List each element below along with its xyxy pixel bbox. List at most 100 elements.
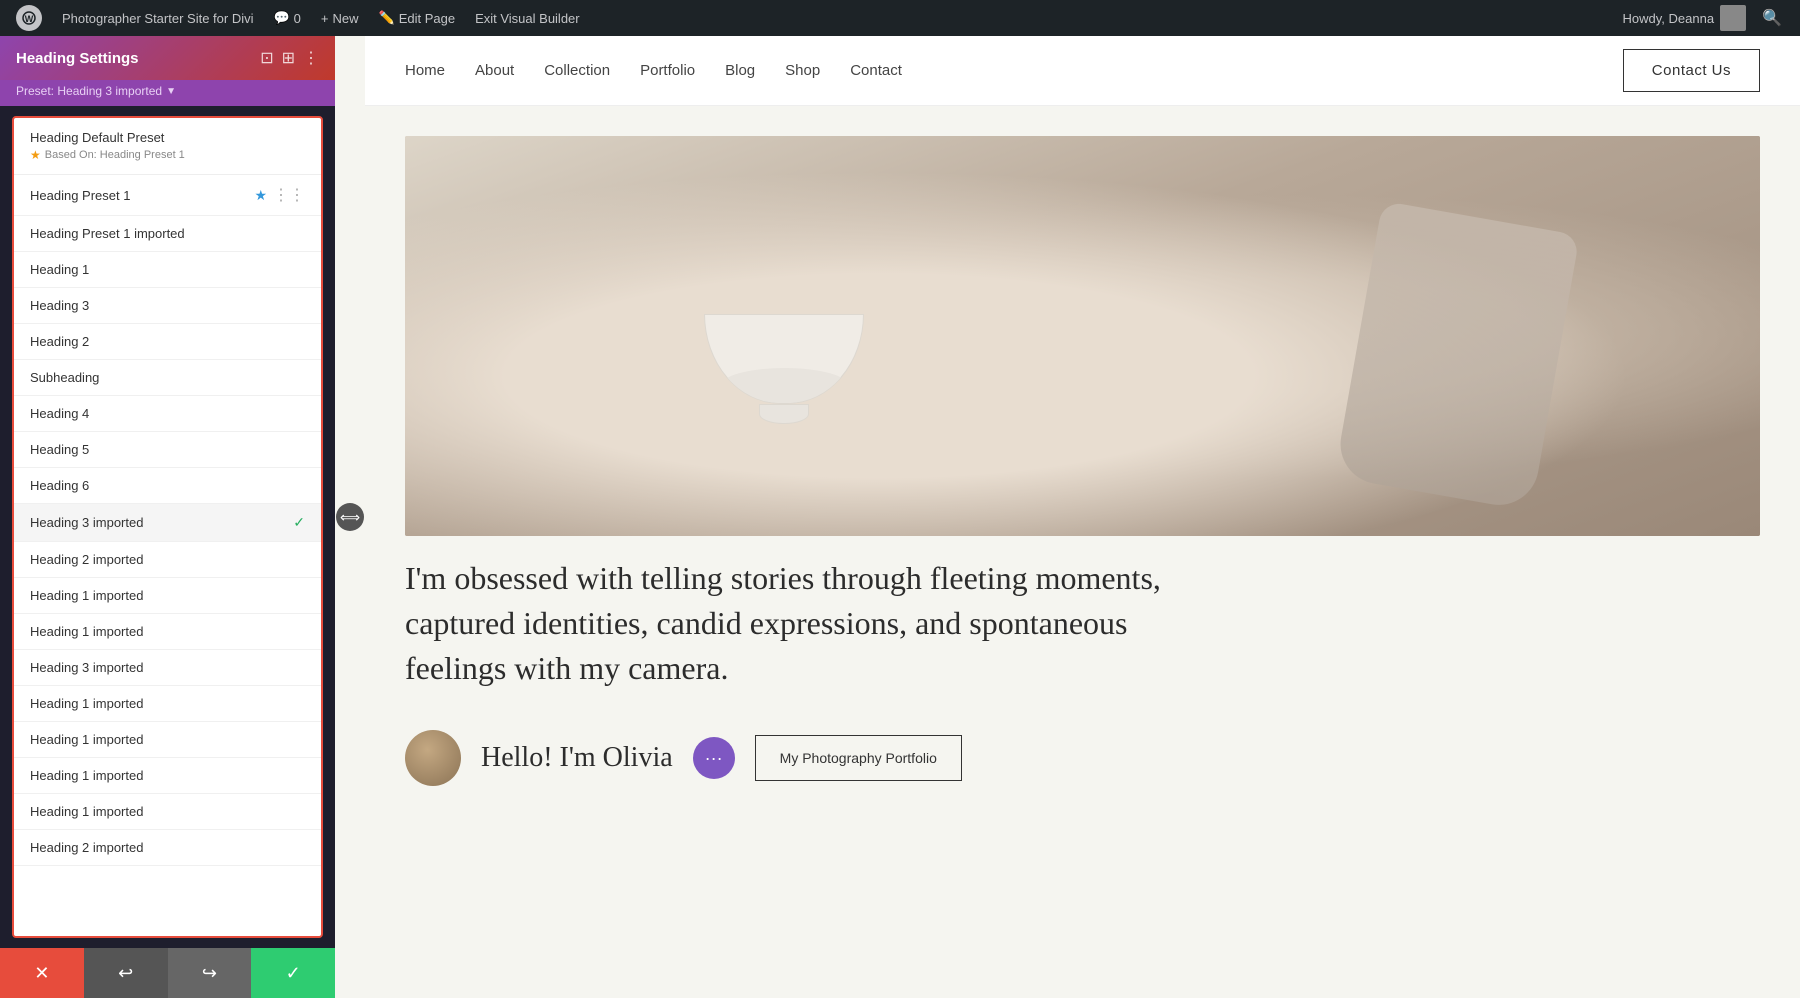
preset-item-11[interactable]: Heading 1 imported [14,578,321,614]
preset-item-3[interactable]: Heading 3 [14,288,321,324]
preset-item-label-7: Heading 5 [30,442,89,457]
preset-item-label-17: Heading 1 imported [30,804,143,819]
preset-item-label-12: Heading 1 imported [30,624,143,639]
new-btn[interactable]: + New [315,0,365,36]
based-on-star-icon: ★ [30,148,41,162]
preset-item-10[interactable]: Heading 2 imported [14,542,321,578]
preset-item-17[interactable]: Heading 1 imported [14,794,321,830]
bowl-body [704,314,864,404]
comments-count: 0 [294,11,301,26]
user-info: Howdy, Deanna [1623,5,1747,31]
preset-item-2[interactable]: Heading 1 [14,252,321,288]
panel-title: Heading Settings [16,50,139,67]
avatar [405,730,461,786]
main-content-area: Home About Collection Portfolio Blog Sho… [365,36,1800,998]
fabric-decoration [1334,201,1580,511]
current-preset-label: Preset: Heading 3 imported [16,84,162,98]
preset-item-1[interactable]: Heading Preset 1 imported [14,216,321,252]
preset-item-5[interactable]: Subheading [14,360,321,396]
preset-item-icons-0: ★ ⋮⋮ [254,185,305,205]
user-greeting: Howdy, Deanna [1623,11,1715,26]
hero-section: I'm obsessed with telling stories throug… [365,106,1800,720]
resize-handle[interactable]: ⟺ [335,36,365,998]
preset-item-0[interactable]: Heading Preset 1 ★ ⋮⋮ [14,175,321,216]
preset-item-label-5: Subheading [30,370,99,385]
preset-item-15[interactable]: Heading 1 imported [14,722,321,758]
bowl-decoration [704,314,864,424]
preset-item-label-2: Heading 1 [30,262,89,277]
preset-item-9[interactable]: Heading 3 imported ✓ [14,504,321,542]
preset-item-label-16: Heading 1 imported [30,768,143,783]
preset-item-label-1: Heading Preset 1 imported [30,226,185,241]
preset-item-4[interactable]: Heading 2 [14,324,321,360]
preset-item-label-11: Heading 1 imported [30,588,143,603]
based-on-label: Based On: Heading Preset 1 [45,149,185,161]
dots-icon: ⋮⋮ [273,185,305,205]
columns-icon-btn[interactable]: ⊞ [282,48,295,68]
undo-button[interactable]: ↩ [84,948,168,998]
preset-item-12[interactable]: Heading 1 imported [14,614,321,650]
preset-item-label-10: Heading 2 imported [30,552,143,567]
heading-default-preset-item[interactable]: Heading Default Preset ★ Based On: Headi… [14,118,321,175]
preset-item-8[interactable]: Heading 6 [14,468,321,504]
user-avatar [1720,5,1746,31]
preset-selector-bar[interactable]: Preset: Heading 3 imported ▼ [0,80,335,106]
edit-page-btn[interactable]: ✏️ Edit Page [373,0,462,36]
preset-item-6[interactable]: Heading 4 [14,396,321,432]
site-name-btn[interactable]: Photographer Starter Site for Divi [56,0,259,36]
preset-item-13[interactable]: Heading 3 imported [14,650,321,686]
window-icon-btn[interactable]: ⊡ [260,48,273,68]
preset-chevron-icon: ▼ [166,86,176,97]
preset-dropdown-list: Heading Default Preset ★ Based On: Headi… [12,116,323,938]
preset-item-14[interactable]: Heading 1 imported [14,686,321,722]
close-button[interactable]: ✕ [0,948,84,998]
preset-item-18[interactable]: Heading 2 imported [14,830,321,866]
preset-item-label-8: Heading 6 [30,478,89,493]
nav-shop[interactable]: Shop [785,62,820,79]
preset-item-label-18: Heading 2 imported [30,840,143,855]
exit-label: Exit Visual Builder [475,11,580,26]
preset-item-label-4: Heading 2 [30,334,89,349]
more-options-fab[interactable]: ··· [693,737,735,779]
panel-bottom-bar: ✕ ↩ ↪ ✓ [0,948,335,998]
edit-page-label: Edit Page [399,11,455,26]
admin-bar: W Photographer Starter Site for Divi 💬 0… [0,0,1800,36]
nav-blog[interactable]: Blog [725,62,755,79]
check-icon: ✓ [293,514,305,531]
site-name-label: Photographer Starter Site for Divi [62,11,253,26]
panel-header-icons: ⊡ ⊞ ⋮ [260,48,319,68]
nav-portfolio[interactable]: Portfolio [640,62,695,79]
exit-builder-btn[interactable]: Exit Visual Builder [469,0,586,36]
nav-home[interactable]: Home [405,62,445,79]
comments-btn[interactable]: 💬 0 [267,0,306,36]
preset-item-label-15: Heading 1 imported [30,732,143,747]
default-preset-title: Heading Default Preset [30,130,305,145]
nav-contact[interactable]: Contact [850,62,902,79]
comment-icon: 💬 [273,10,289,26]
more-options-btn[interactable]: ⋮ [303,48,319,68]
hero-quote-text: I'm obsessed with telling stories throug… [405,556,1205,690]
hello-text: Hello! I'm Olivia [481,742,673,774]
portfolio-button[interactable]: My Photography Portfolio [755,735,962,781]
nav-about[interactable]: About [475,62,514,79]
preset-item-7[interactable]: Heading 5 [14,432,321,468]
redo-button[interactable]: ↪ [168,948,252,998]
nav-collection[interactable]: Collection [544,62,610,79]
save-button[interactable]: ✓ [251,948,335,998]
hero-image [405,136,1760,536]
avatar-image [405,730,461,786]
bowl-stand [759,404,809,424]
plus-icon: + [321,11,329,26]
wp-logo-btn[interactable]: W [10,0,48,36]
preset-item-label-9: Heading 3 imported [30,515,143,530]
pencil-icon: ✏️ [379,10,395,26]
panel-header: Heading Settings ⊡ ⊞ ⋮ [0,36,335,80]
based-on-row: ★ Based On: Heading Preset 1 [30,148,305,162]
hero-text-block: I'm obsessed with telling stories throug… [405,536,1760,700]
svg-text:W: W [25,14,34,24]
contact-us-button[interactable]: Contact Us [1623,49,1760,92]
resize-icon: ⟺ [336,503,364,531]
new-label: New [333,11,359,26]
preset-item-16[interactable]: Heading 1 imported [14,758,321,794]
admin-search-btn[interactable]: 🔍 [1754,8,1790,28]
